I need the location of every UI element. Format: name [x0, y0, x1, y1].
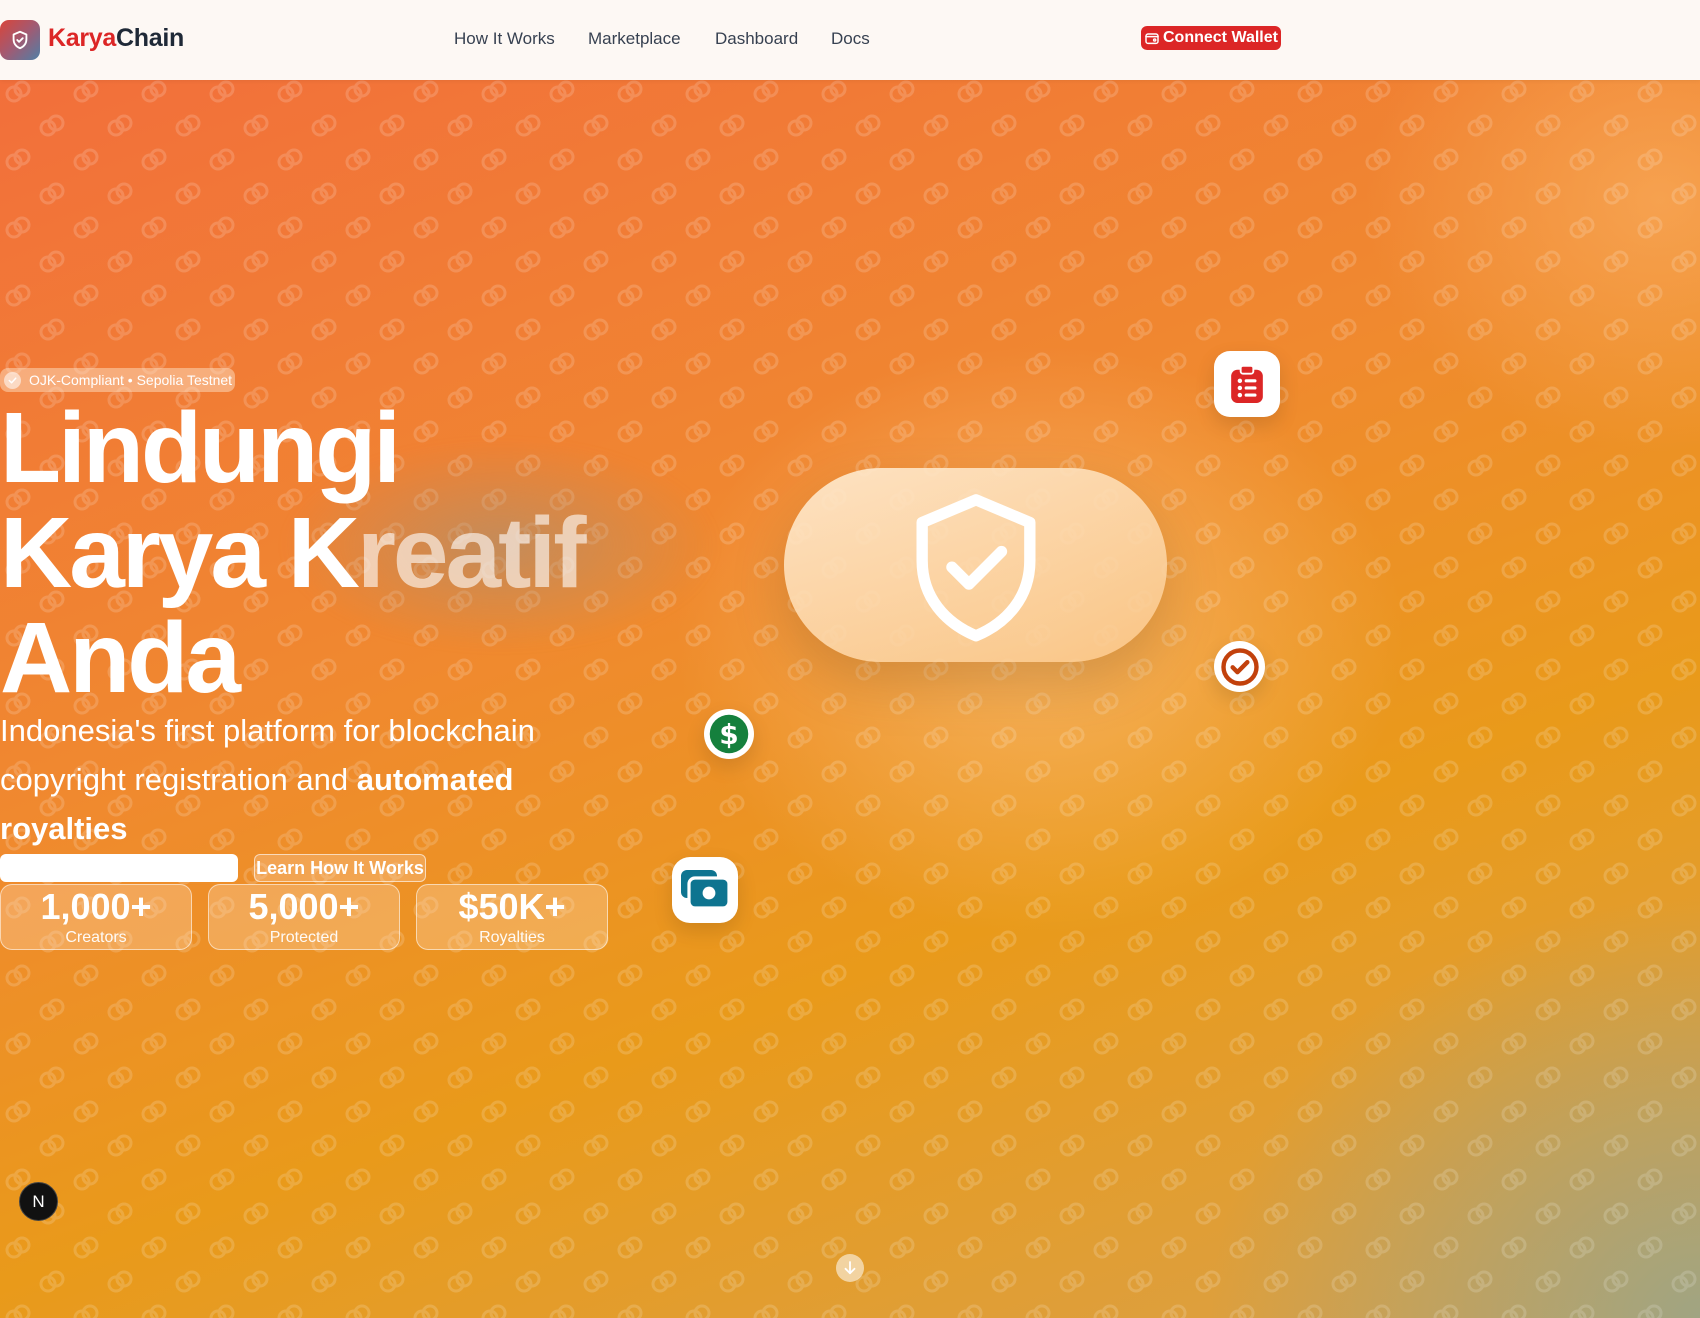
dollar-float: $ — [704, 709, 754, 759]
hero-title-line-2: Karya Kreatif — [0, 503, 587, 603]
clipboard-icon — [1231, 364, 1263, 403]
background-pattern — [0, 80, 1700, 1318]
stat-value: $50K+ — [458, 886, 566, 927]
stat-label: Royalties — [479, 929, 545, 946]
stat-creators: 1,000+ Creators — [0, 884, 192, 950]
shield-icon — [12, 30, 28, 50]
check-badge-icon — [4, 371, 21, 389]
stat-value: 1,000+ — [40, 886, 152, 927]
primary-cta-button[interactable] — [0, 854, 238, 882]
logo-badge[interactable] — [0, 20, 40, 60]
hero-section: OJK-Compliant • Sepolia Testnet Lindungi… — [0, 80, 1700, 1318]
shield-illustration-card — [784, 468, 1167, 662]
compliance-badge-label: OJK-Compliant • Sepolia Testnet — [29, 372, 233, 388]
nav-link-docs[interactable]: Docs — [831, 29, 870, 49]
brand-name[interactable]: KaryaChain — [48, 24, 184, 53]
stat-label: Protected — [269, 929, 339, 946]
stat-royalties: $50K+ Royalties — [416, 884, 608, 950]
hero-title-line-2-a: Karya K — [0, 497, 360, 609]
clipboard-float — [1214, 351, 1280, 417]
check-float — [1214, 641, 1265, 692]
nav-link-marketplace[interactable]: Marketplace — [588, 29, 681, 49]
nav-link-dashboard[interactable]: Dashboard — [715, 29, 798, 49]
check-circle-icon — [1220, 647, 1259, 686]
brand-name-part2: Chain — [116, 24, 184, 52]
wallet-icon — [1145, 33, 1159, 45]
stat-value: 5,000+ — [248, 886, 360, 927]
dollar-icon: $ — [709, 714, 749, 754]
nav-link-how-it-works[interactable]: How It Works — [454, 29, 555, 49]
hero-title-line-2-b: reatif — [356, 497, 587, 609]
stat-protected: 5,000+ Protected — [208, 884, 400, 950]
scroll-down-button[interactable] — [836, 1254, 864, 1282]
camera-float — [672, 857, 738, 923]
next-dev-badge[interactable]: N — [19, 1182, 58, 1221]
camera-icon — [681, 870, 731, 910]
hero-title-line-3: Anda — [0, 602, 241, 714]
hero-subtitle: Indonesia's first platform for blockchai… — [0, 706, 590, 853]
compliance-badge: OJK-Compliant • Sepolia Testnet — [0, 368, 236, 392]
top-navbar: KaryaChain How It Works Marketplace Dash… — [0, 0, 1700, 80]
hero-title-line-1: Lindungi — [0, 392, 401, 504]
learn-how-it-works-button[interactable]: Learn How It Works — [254, 854, 426, 882]
shield-check-icon — [916, 494, 1035, 642]
brand-name-part1: Karya — [48, 24, 116, 52]
stat-label: Creators — [65, 929, 127, 946]
connect-wallet-label: Connect Wallet — [1163, 29, 1278, 46]
arrow-down-icon — [844, 1261, 856, 1275]
connect-wallet-button[interactable]: Connect Wallet — [1141, 26, 1281, 50]
svg-text:$: $ — [719, 718, 738, 751]
